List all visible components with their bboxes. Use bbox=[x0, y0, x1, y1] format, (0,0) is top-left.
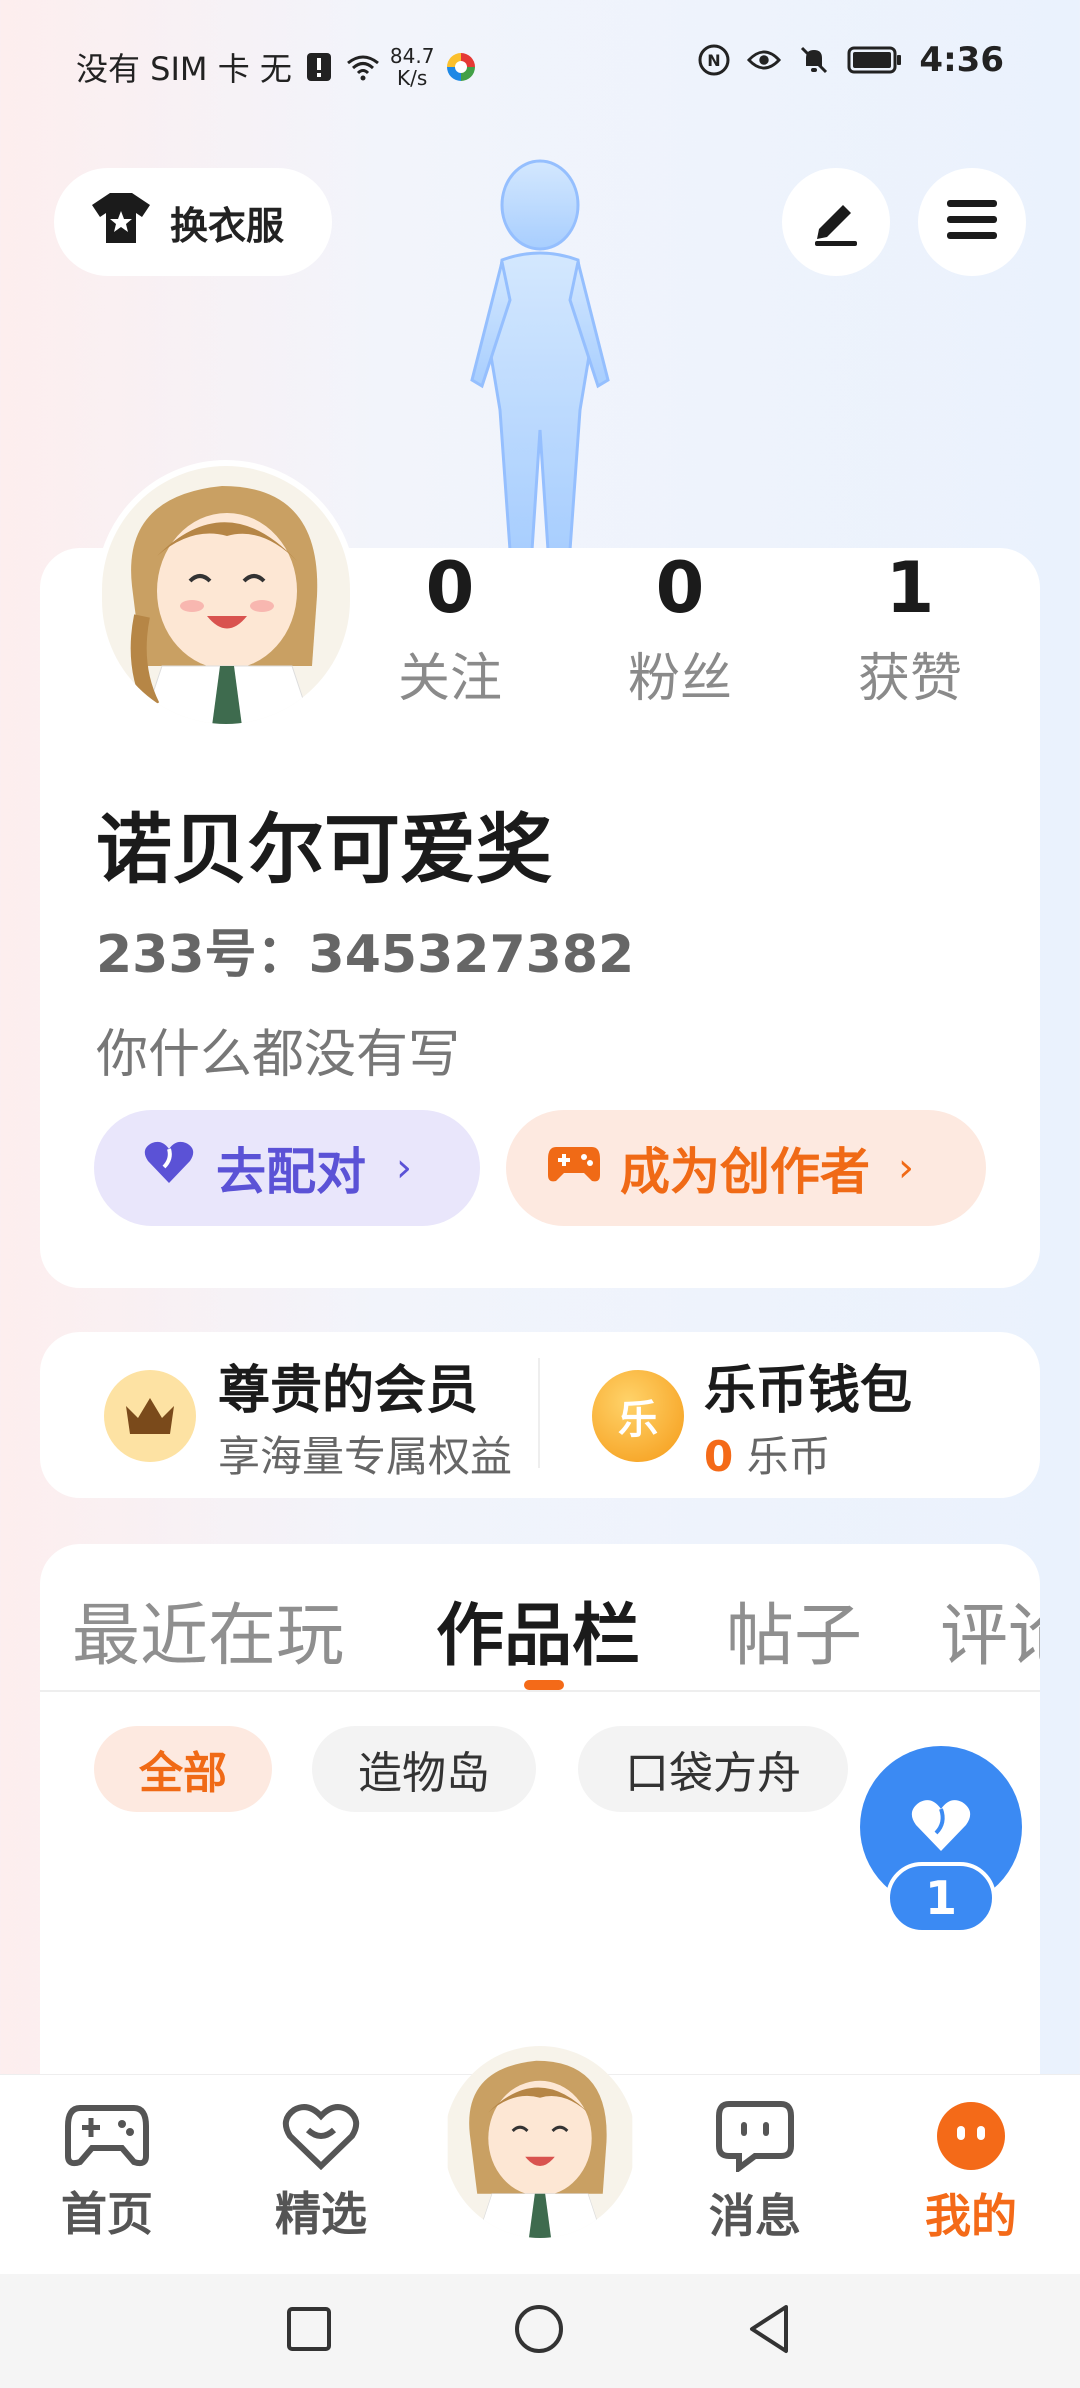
wallet-unit: 乐币 bbox=[746, 1432, 831, 1481]
stat-label: 获赞 bbox=[857, 649, 962, 709]
nav-mine[interactable]: 我的 bbox=[896, 2100, 1046, 2246]
wallet-amount: 0 bbox=[704, 1432, 734, 1481]
net-speed: 84.7 K/s bbox=[389, 44, 435, 90]
nav-mine-label: 我的 bbox=[925, 2189, 1017, 2243]
wifi-icon bbox=[346, 50, 380, 84]
stat-fans[interactable]: 0 粉丝 bbox=[590, 548, 770, 711]
heart-icon bbox=[908, 1797, 974, 1857]
battery-icon bbox=[847, 43, 903, 77]
member-subtitle: 享海量专属权益 bbox=[218, 1432, 513, 1481]
status-time: 4:36 bbox=[919, 40, 1004, 80]
avatar[interactable] bbox=[96, 460, 356, 730]
stat-value: 1 bbox=[885, 547, 935, 629]
change-outfit-label: 换衣服 bbox=[170, 203, 285, 248]
hamburger-icon bbox=[945, 198, 999, 246]
carrier-text: 没有 SIM 卡 无 bbox=[76, 50, 292, 88]
crown-icon bbox=[104, 1370, 196, 1462]
tab-recent-play[interactable]: 最近在玩 bbox=[72, 1580, 344, 1679]
bio-text[interactable]: 你什么都没有写 bbox=[96, 1012, 460, 1087]
heart-chat-icon bbox=[280, 2100, 362, 2174]
filter-chip-pocket-ark[interactable]: 口袋方舟 bbox=[578, 1726, 848, 1812]
tshirt-icon bbox=[90, 191, 152, 254]
coin-icon: 乐 bbox=[592, 1370, 684, 1462]
circle-icon bbox=[513, 2303, 565, 2359]
stat-likes[interactable]: 1 获赞 bbox=[820, 548, 1000, 711]
nfc-icon: N bbox=[697, 43, 731, 77]
tab-posts[interactable]: 帖子 bbox=[726, 1580, 862, 1679]
app-notification-icon bbox=[444, 50, 478, 84]
heart-icon bbox=[142, 1139, 196, 1197]
sim-alert-icon bbox=[302, 50, 336, 84]
stat-value: 0 bbox=[425, 547, 475, 629]
chevron-right-icon: › bbox=[898, 1145, 914, 1191]
active-tab-indicator bbox=[524, 1680, 564, 1690]
nav-featured-label: 精选 bbox=[275, 2187, 367, 2241]
svg-text:N: N bbox=[708, 51, 721, 70]
square-icon bbox=[286, 2306, 332, 2356]
gamepad-icon bbox=[546, 1139, 602, 1197]
avatar-hologram[interactable] bbox=[430, 150, 650, 552]
filter-chip-all[interactable]: 全部 bbox=[94, 1726, 272, 1812]
stat-label: 粉丝 bbox=[627, 649, 732, 709]
change-outfit-button[interactable]: 换衣服 bbox=[54, 168, 332, 276]
tab-works[interactable]: 作品栏 bbox=[436, 1580, 640, 1679]
nav-featured[interactable]: 精选 bbox=[246, 2100, 396, 2244]
menu-button[interactable] bbox=[918, 168, 1026, 276]
stat-value: 0 bbox=[655, 547, 705, 629]
tab-overflow-fade bbox=[1040, 1560, 1080, 1690]
eye-comfort-icon bbox=[747, 43, 782, 77]
nav-home[interactable]: 首页 bbox=[32, 2100, 182, 2244]
member-title: 尊贵的会员 bbox=[218, 1361, 479, 1421]
nav-home-label: 首页 bbox=[61, 2187, 153, 2241]
become-creator-button[interactable]: 成为创作者 › bbox=[506, 1110, 986, 1226]
stat-label: 关注 bbox=[397, 649, 502, 709]
match-label: 去配对 bbox=[216, 1143, 366, 1201]
status-right: N 4:36 bbox=[697, 40, 1004, 80]
edit-profile-button[interactable] bbox=[782, 168, 890, 276]
wallet-title: 乐币钱包 bbox=[704, 1361, 913, 1421]
member-entry[interactable]: 尊贵的会员 享海量专属权益 bbox=[218, 1348, 538, 1484]
triangle-back-icon bbox=[746, 2303, 792, 2359]
home-button[interactable] bbox=[506, 2298, 572, 2364]
user-id[interactable]: 233号：345327382 bbox=[96, 912, 634, 987]
become-creator-label: 成为创作者 bbox=[620, 1143, 870, 1201]
nav-messages[interactable]: 消息 bbox=[680, 2100, 830, 2246]
divider bbox=[538, 1358, 540, 1468]
match-button[interactable]: 去配对 › bbox=[94, 1110, 480, 1226]
nav-messages-label: 消息 bbox=[709, 2189, 801, 2243]
tab-divider bbox=[40, 1690, 1040, 1692]
face-icon bbox=[933, 2100, 1009, 2176]
recents-button[interactable] bbox=[276, 2298, 342, 2364]
mute-bell-icon bbox=[797, 43, 831, 77]
username: 诺贝尔可爱奖 bbox=[96, 805, 552, 894]
pen-icon bbox=[809, 193, 863, 251]
chat-bubble-icon bbox=[715, 2100, 795, 2176]
like-count-badge: 1 bbox=[886, 1862, 996, 1934]
nav-avatar[interactable] bbox=[444, 2046, 636, 2238]
status-left: 没有 SIM 卡 无 84.7 K/s bbox=[76, 44, 478, 90]
back-button[interactable] bbox=[736, 2298, 802, 2364]
gamepad-icon bbox=[64, 2100, 150, 2174]
wallet-balance: 0 乐币 bbox=[704, 1423, 1024, 1484]
filter-chip-creation-island[interactable]: 造物岛 bbox=[312, 1726, 536, 1812]
wallet-entry[interactable]: 乐币钱包 0 乐币 bbox=[704, 1348, 1024, 1484]
stat-following[interactable]: 0 关注 bbox=[360, 548, 540, 711]
chevron-right-icon: › bbox=[396, 1145, 412, 1191]
